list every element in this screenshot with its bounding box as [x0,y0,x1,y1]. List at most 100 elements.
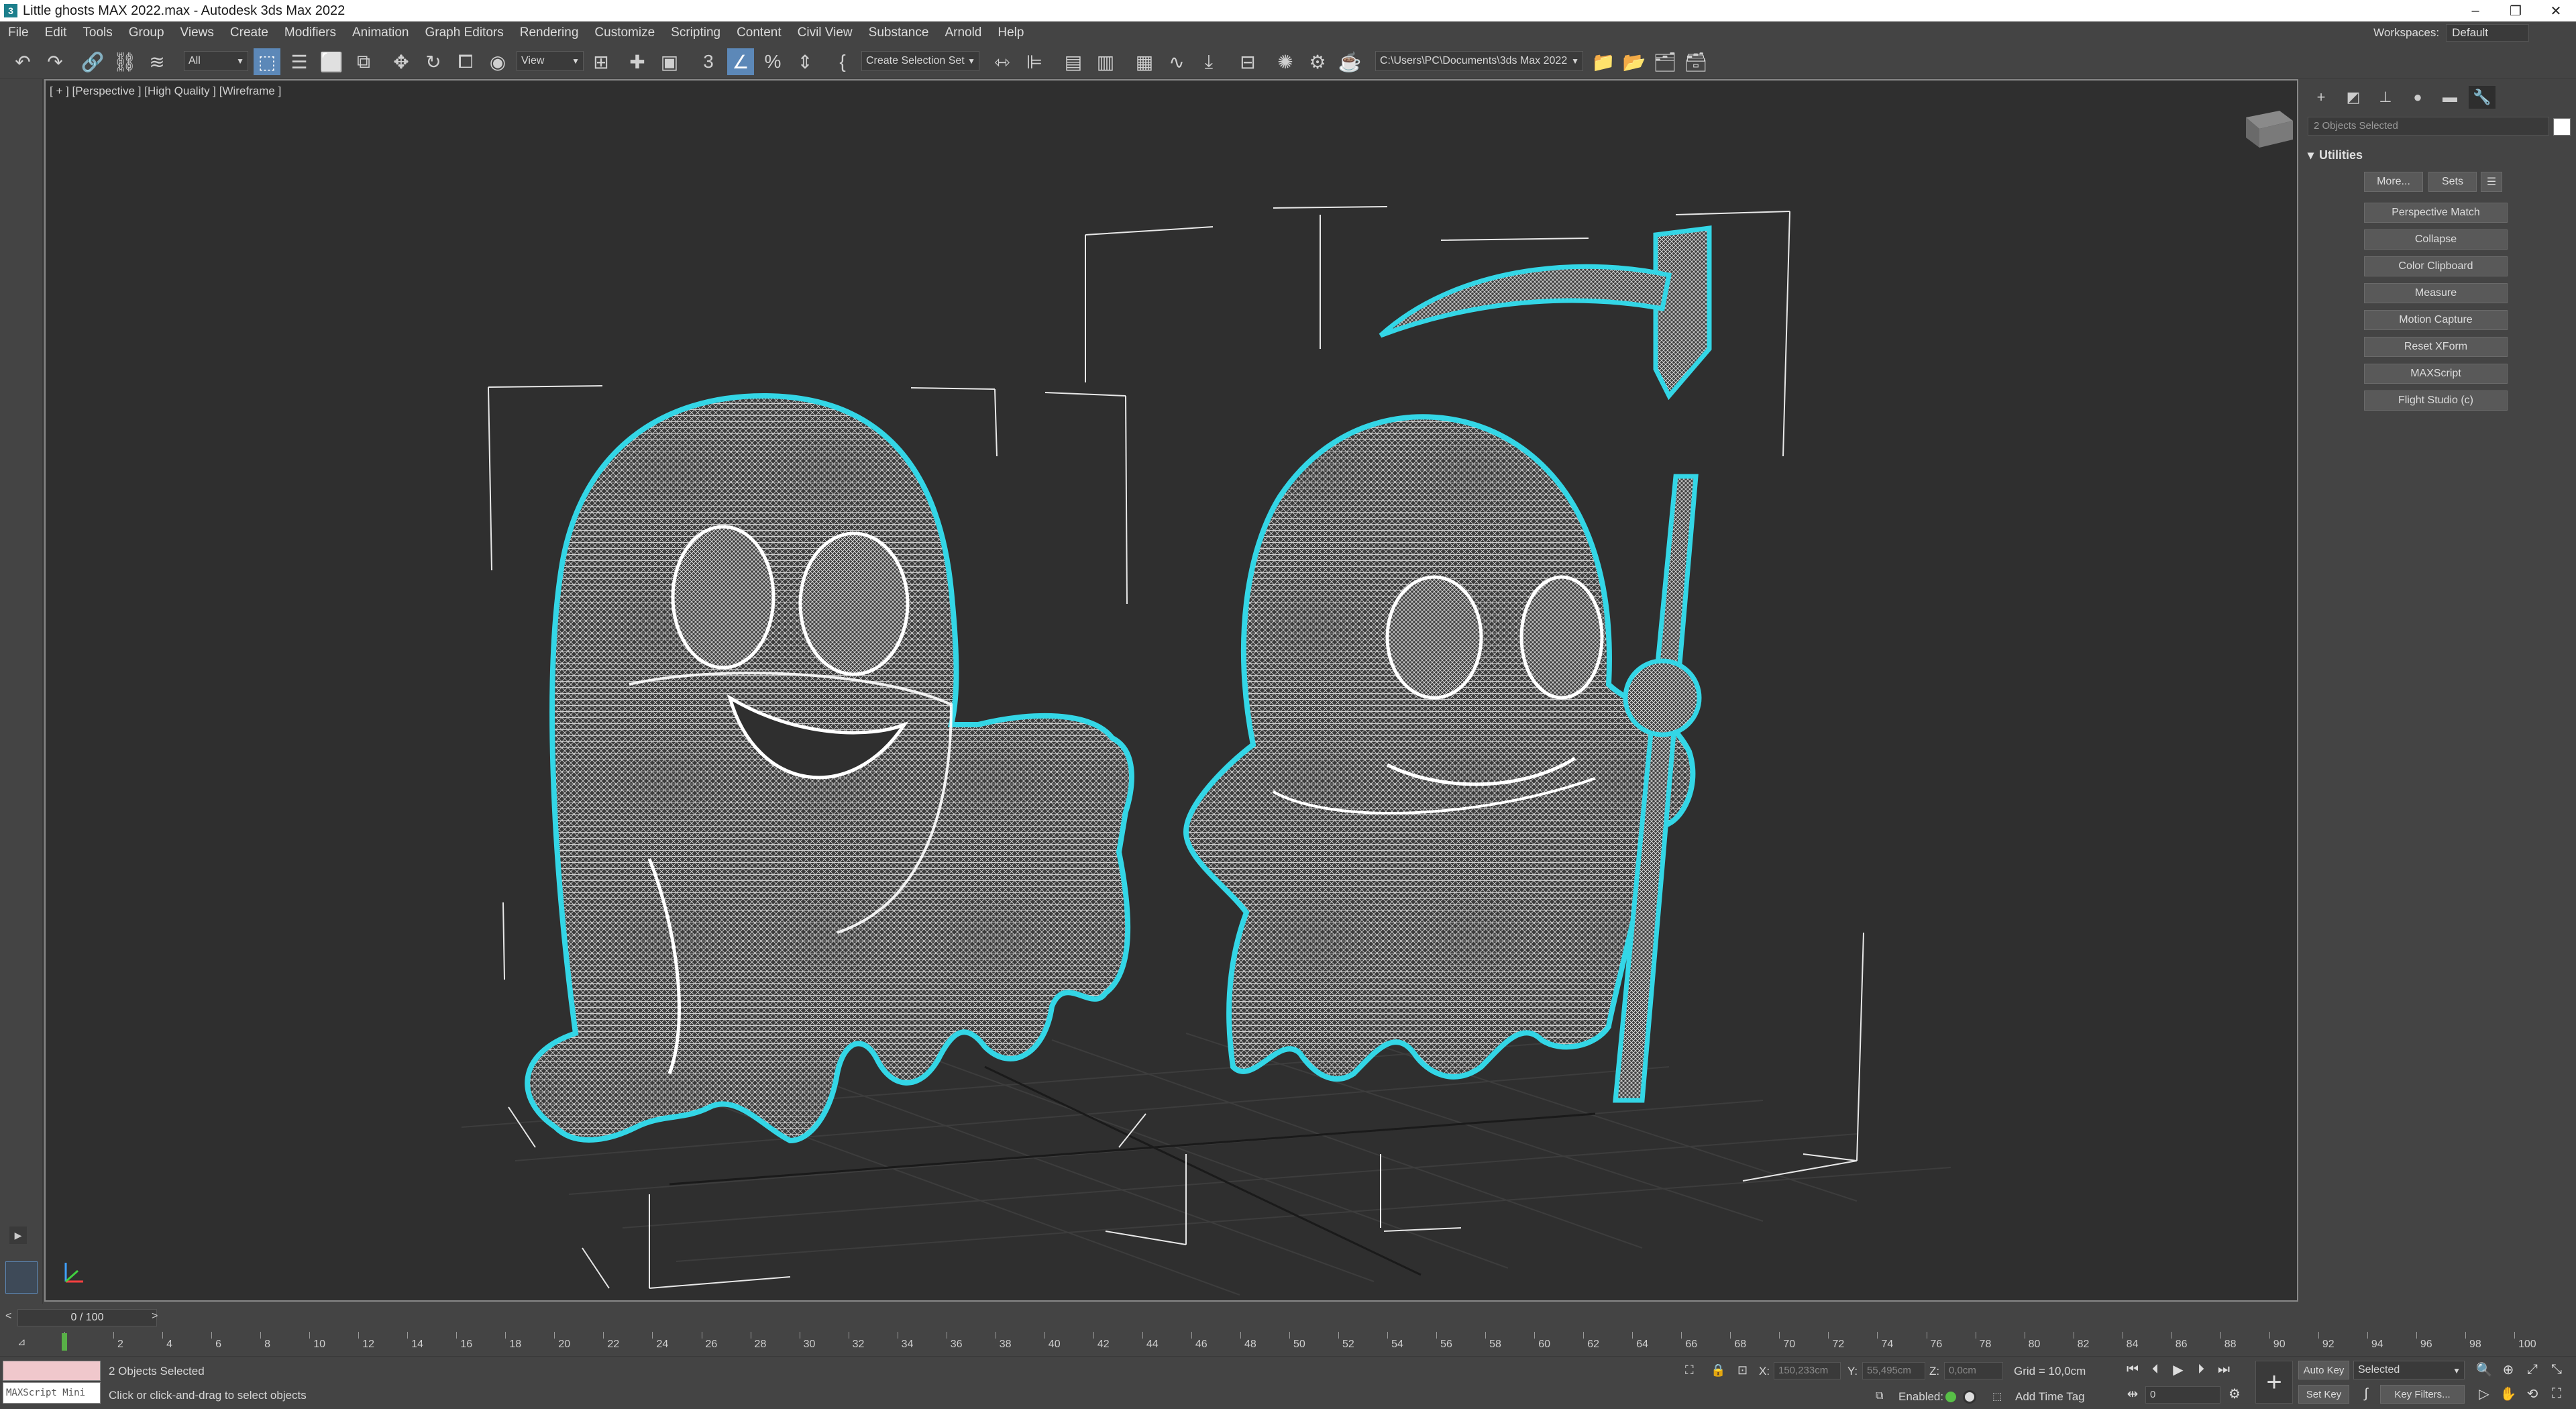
project-folder-icon[interactable]: 📁 [1590,48,1617,75]
placement-icon[interactable]: ◉ [484,48,511,75]
link-icon[interactable]: 🔗 [79,48,106,75]
auto-key-button[interactable]: Auto Key [2298,1361,2349,1379]
prev-frame-arrow-icon[interactable]: < [5,1310,11,1322]
menu-civil-view[interactable]: Civil View [790,21,861,44]
maxscript-button[interactable]: MAXScript [2364,364,2508,384]
menu-arnold[interactable]: Arnold [936,21,989,44]
maxscript-listener-output[interactable] [3,1361,101,1381]
color-clipboard-button[interactable]: Color Clipboard [2364,256,2508,276]
keyboard-shortcut-icon[interactable]: ▣ [656,48,683,75]
project-new-icon[interactable]: 🗂 [1652,48,1678,75]
scale-icon[interactable]: ⧠ [452,48,479,75]
rect-region-icon[interactable]: ⬜ [318,48,345,75]
move-icon[interactable]: ✥ [388,48,415,75]
menu-edit[interactable]: Edit [37,21,75,44]
play-icon[interactable]: ▶ [2168,1359,2188,1379]
display-tab-icon[interactable]: ▬ [2436,86,2463,109]
percent-snap-icon[interactable]: % [759,48,786,75]
rotate-icon[interactable]: ↻ [420,48,447,75]
select-by-name-icon[interactable]: ☰ [286,48,313,75]
viewport-label[interactable]: [ + ] [Perspective ] [High Quality ] [Wi… [50,85,281,98]
enabled-indicator[interactable] [1945,1392,1956,1402]
ribbon-icon[interactable]: ▦ [1131,48,1158,75]
sets-button[interactable]: Sets [2428,172,2477,192]
default-tangent-icon[interactable]: ∫ [2356,1384,2376,1404]
key-mode-icon[interactable]: ⇹ [2123,1384,2143,1404]
menu-animation[interactable]: Animation [344,21,417,44]
undo-icon[interactable]: ↶ [9,48,36,75]
bind-spacewarp-icon[interactable]: ≋ [144,48,170,75]
selection-filter-dropdown[interactable]: All ▼ [184,51,248,71]
align-icon[interactable]: ⊫ [1021,48,1048,75]
menu-modifiers[interactable]: Modifiers [276,21,344,44]
current-frame-field[interactable]: 0 [2145,1386,2220,1404]
select-object-icon[interactable]: ⬚ [254,48,280,75]
menu-tools[interactable]: Tools [74,21,120,44]
utilities-tab-icon[interactable]: 🔧 [2469,86,2496,109]
render-icon[interactable]: ☕ [1336,48,1363,75]
isolate-icon[interactable]: ⛶ [1685,1363,1694,1377]
scene-explorer-icon[interactable]: ▥ [1092,48,1119,75]
more-button[interactable]: More... [2364,172,2423,192]
menu-file[interactable]: File [0,21,37,44]
viewport-layout-icon[interactable] [5,1261,38,1294]
next-frame-icon[interactable]: ⏵ [2191,1359,2211,1379]
adaptive-degradation-icon[interactable] [1963,1390,1976,1404]
restore-icon[interactable]: ❐ [2496,0,2536,21]
menu-group[interactable]: Group [121,21,172,44]
create-tab-icon[interactable]: + [2308,86,2334,109]
mirror-icon[interactable]: ⇿ [989,48,1016,75]
menu-create[interactable]: Create [222,21,276,44]
add-time-tag[interactable]: Add Time Tag [2015,1390,2085,1404]
minimize-icon[interactable]: – [2455,0,2496,21]
pivot-icon[interactable]: ⊞ [588,48,614,75]
render-setup-icon[interactable]: ⚙ [1304,48,1331,75]
field-of-view-icon[interactable]: ▷ [2474,1384,2494,1404]
key-filters-button[interactable]: Key Filters... [2380,1385,2465,1404]
menu-substance[interactable]: Substance [861,21,937,44]
reset-xform-button[interactable]: Reset XForm [2364,337,2508,357]
expand-arrow-icon[interactable]: ▶ [9,1227,27,1244]
zoom-extents-all-icon[interactable]: ⤡ [2546,1359,2567,1379]
flight-studio-button[interactable]: Flight Studio (c) [2364,390,2508,411]
collapse-button[interactable]: Collapse [2364,229,2508,250]
current-frame-marker[interactable] [62,1333,67,1351]
time-tag-mark-icon[interactable]: ⬚ [1992,1390,2002,1402]
set-key-button[interactable]: Set Key [2298,1385,2349,1404]
zoom-extents-icon[interactable]: ⤢ [2522,1359,2542,1379]
selection-lock-icon[interactable]: 🔒 [1711,1363,1725,1377]
next-frame-arrow-icon[interactable]: > [152,1310,158,1322]
motion-capture-button[interactable]: Motion Capture [2364,310,2508,330]
menu-scripting[interactable]: Scripting [663,21,729,44]
project-setup-icon[interactable]: 🗃 [1682,48,1709,75]
menu-views[interactable]: Views [172,21,222,44]
angle-snap-icon[interactable]: ∠ [727,48,754,75]
material-editor-icon[interactable]: ✺ [1272,48,1299,75]
schematic-icon[interactable]: ⊟ [1234,48,1261,75]
go-to-start-icon[interactable]: ⏮ [2123,1359,2143,1379]
ref-coord-dropdown[interactable]: View ▼ [517,51,584,71]
snap-icon[interactable]: 3 [695,48,722,75]
viewcube-icon[interactable] [2246,111,2293,148]
absolute-mode-icon[interactable]: ⊡ [1737,1363,1748,1377]
redo-icon[interactable]: ↷ [42,48,68,75]
perspective-viewport[interactable]: [ + ] [Perspective ] [High Quality ] [Wi… [44,79,2298,1302]
window-crossing-icon[interactable]: ⧉ [350,48,377,75]
key-mode-dropdown[interactable]: Selected ▼ [2353,1361,2465,1379]
pan-icon[interactable]: ✋ [2498,1384,2518,1404]
previous-frame-icon[interactable]: ⏴ [2145,1359,2165,1379]
configure-sets-icon[interactable]: ☰ [2481,172,2502,192]
menu-graph-editors[interactable]: Graph Editors [417,21,512,44]
maximize-viewport-icon[interactable]: ⛶ [2546,1384,2567,1404]
utilities-rollout-header[interactable]: ▾ Utilities [2308,145,2569,165]
layer-explorer-icon[interactable]: ▤ [1060,48,1087,75]
named-selection-dropdown[interactable]: Create Selection Set ▼ [861,51,979,71]
perspective-match-button[interactable]: Perspective Match [2364,203,2508,223]
menu-help[interactable]: Help [989,21,1032,44]
select-manipulate-icon[interactable]: ✚ [624,48,651,75]
motion-tab-icon[interactable]: ● [2404,86,2431,109]
workspaces-dropdown[interactable]: Default [2446,24,2529,42]
menu-rendering[interactable]: Rendering [512,21,587,44]
time-slider[interactable]: 0 / 100 [17,1309,157,1326]
edit-named-sets-icon[interactable]: { [829,48,856,75]
